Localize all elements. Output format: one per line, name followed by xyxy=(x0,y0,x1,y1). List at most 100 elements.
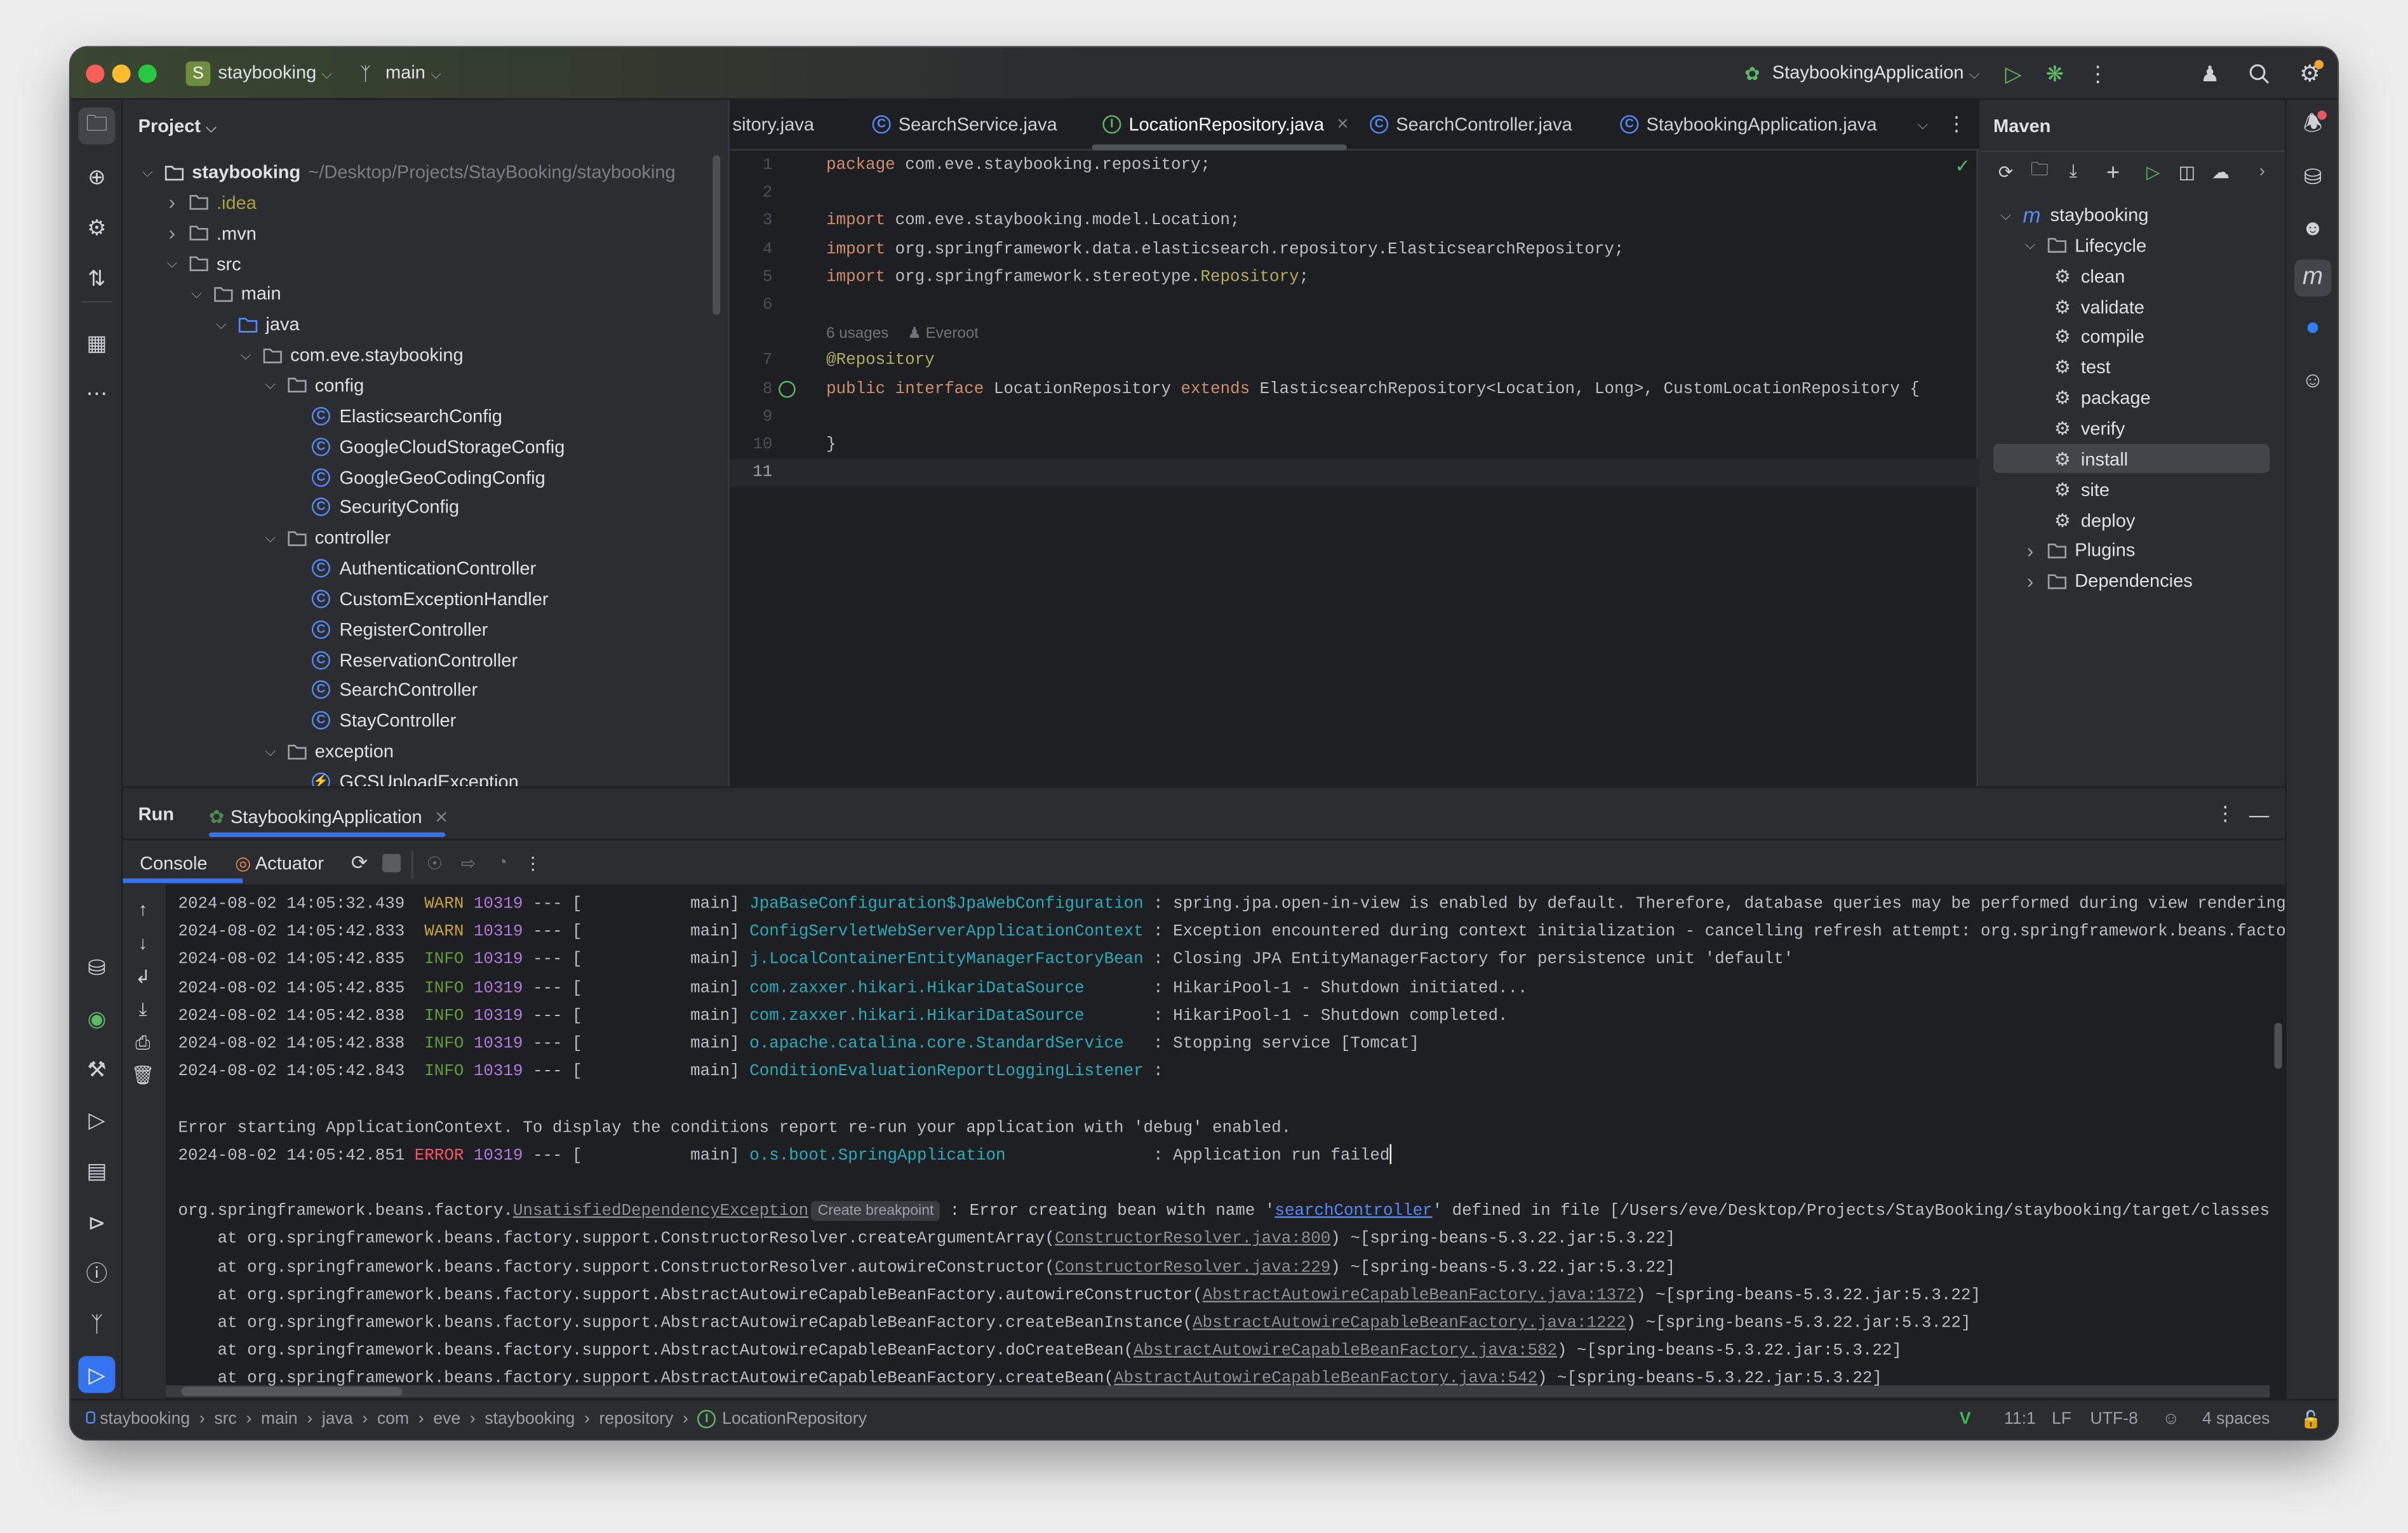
maven-item-dependencies[interactable]: › Dependencies xyxy=(2021,565,2193,596)
indent-setting[interactable]: 4 spaces xyxy=(2202,1410,2270,1428)
chevron-right-icon[interactable]: › xyxy=(163,222,181,244)
close-tab-icon[interactable]: ✕ xyxy=(1336,116,1349,133)
maven-item-lifecycle[interactable]: ⌵ Lifecycle xyxy=(2021,230,2146,260)
log-logger[interactable]: com.zaxxer.hikari.HikariDataSource xyxy=(749,1003,1143,1031)
run-goal-icon[interactable]: ▷ xyxy=(2141,160,2165,185)
log-logger[interactable]: com.zaxxer.hikari.HikariDataSource xyxy=(749,975,1143,1003)
gauge-icon[interactable]: ◔ xyxy=(490,851,514,876)
python-console-icon[interactable]: ◉ xyxy=(78,1000,115,1036)
generate-sources-icon[interactable]: 🗀 xyxy=(2027,160,2052,185)
camera-icon[interactable]: ☉ xyxy=(422,851,447,876)
maven-item-compile[interactable]: ⚙ compile xyxy=(2045,321,2144,352)
editor-tab[interactable]: C StaybookingApplication.java xyxy=(1620,114,1877,135)
code-line[interactable]: 3 import com.eve.staybooking.model.Locati… xyxy=(730,208,1980,236)
project-scrollbar[interactable] xyxy=(712,155,721,315)
code-area[interactable]: 1 package com.eve.staybooking.repository;… xyxy=(729,151,1980,786)
chevron-right-icon[interactable]: › xyxy=(2021,539,2040,561)
maven-item-validate[interactable]: ⚙ validate xyxy=(2045,291,2144,321)
chevron-down-icon[interactable]: ⌵ xyxy=(187,286,206,303)
editor-tab[interactable]: C SearchController.java xyxy=(1370,114,1572,135)
maven-item-test[interactable]: ⚙ test xyxy=(2045,352,2111,382)
breadcrumb-item[interactable]: staybooking xyxy=(100,1410,190,1428)
log-logger[interactable]: ConfigServletWebServerApplicationContext xyxy=(749,919,1143,947)
editor-tab[interactable]: C SearchService.java xyxy=(872,114,1057,135)
tree-item[interactable]: C ReservationController xyxy=(286,645,518,675)
chat-icon[interactable]: ● xyxy=(2294,311,2331,347)
print-icon[interactable]: ⎙ xyxy=(129,1029,157,1057)
chevron-down-icon[interactable]: ⌵ xyxy=(236,347,255,364)
chevron-right-icon[interactable]: › xyxy=(2021,569,2040,592)
exception-class-link[interactable]: UnsatisfiedDependencyException xyxy=(513,1203,808,1221)
chevron-right-icon[interactable]: › xyxy=(163,191,181,214)
console-more-icon[interactable]: ⋮ xyxy=(522,851,544,876)
search-icon[interactable] xyxy=(2245,60,2273,88)
vim-icon[interactable]: V xyxy=(1960,1410,1971,1428)
run-config-icon[interactable]: ◫ xyxy=(2174,160,2199,185)
frame-source-link[interactable]: ConstructorResolver.java:229 xyxy=(1055,1259,1330,1277)
tree-item[interactable]: C SearchController xyxy=(286,675,478,706)
chevron-down-icon[interactable]: ⌵ xyxy=(2021,237,2040,254)
chevron-down-icon[interactable]: ⌵ xyxy=(163,255,181,272)
run-tool-icon[interactable]: ▷ xyxy=(78,1356,116,1393)
add-user-icon[interactable]: ♟ xyxy=(2196,60,2224,88)
soft-wrap-icon[interactable]: ↲ xyxy=(129,963,157,991)
maven-item-site[interactable]: ⚙ site xyxy=(2045,474,2110,504)
frame-source-link[interactable]: AbstractAutowireCapableBeanFactory.java:… xyxy=(1134,1342,1557,1361)
offline-mode-icon[interactable]: ☁ xyxy=(2209,160,2233,185)
console-vertical-scrollbar[interactable] xyxy=(2274,1022,2282,1069)
tree-item[interactable]: C RegisterController xyxy=(286,614,488,645)
trash-icon[interactable]: 🗑 xyxy=(129,1061,157,1089)
maven-tool-icon[interactable]: m xyxy=(2294,259,2332,297)
chevron-down-icon[interactable]: ⌵ xyxy=(1997,206,2015,224)
frame-source-link[interactable]: AbstractAutowireCapableBeanFactory.java:… xyxy=(1203,1287,1636,1305)
frame-source-link[interactable]: ConstructorResolver.java:800 xyxy=(1055,1231,1330,1249)
lock-icon[interactable]: 🔓 xyxy=(2301,1410,2322,1429)
more-tools-icon[interactable]: ⋯ xyxy=(78,375,115,412)
branch-selector[interactable]: main ⌵ xyxy=(385,62,441,83)
code-line[interactable]: 8 public interface LocationRepository ext… xyxy=(730,376,1980,404)
code-line[interactable]: 4 import org.springframework.data.elastic… xyxy=(730,236,1980,264)
console-tab[interactable]: Console xyxy=(140,852,207,874)
tree-item[interactable]: C ElasticsearchConfig xyxy=(286,401,502,431)
frame-source-link[interactable]: AbstractAutowireCapableBeanFactory.java:… xyxy=(1114,1370,1537,1389)
tree-item[interactable]: C AuthenticationController xyxy=(286,553,536,584)
tabs-more-icon[interactable]: ⋮ xyxy=(1946,112,1967,135)
line-separator[interactable]: LF xyxy=(2052,1410,2071,1428)
maven-item-deploy[interactable]: ⚙ deploy xyxy=(2045,504,2136,535)
log-logger[interactable]: JpaBaseConfiguration$JpaWebConfiguration xyxy=(749,891,1143,919)
more-actions-icon[interactable]: ⋮ xyxy=(2085,60,2110,88)
settings-icon[interactable]: ⚙ xyxy=(2296,60,2324,88)
maven-item-package[interactable]: ⚙ package xyxy=(2045,382,2151,413)
maven-item-plugins[interactable]: › Plugins xyxy=(2021,535,2136,565)
close-window-button[interactable] xyxy=(86,64,105,83)
maven-item-verify[interactable]: ⚙ verify xyxy=(2045,413,2125,443)
tree-item[interactable]: › .mvn xyxy=(163,218,257,248)
copilot-chat-icon[interactable]: ☺ xyxy=(2294,361,2331,398)
breadcrumb-item[interactable]: src xyxy=(214,1410,236,1428)
chevron-right-icon[interactable]: › xyxy=(2251,160,2273,185)
tree-item[interactable]: C SecurityConfig xyxy=(286,492,459,523)
database-icon[interactable]: ⛁ xyxy=(2294,158,2331,195)
project-tool-icon[interactable]: 🗀 xyxy=(78,107,116,145)
file-encoding[interactable]: UTF-8 xyxy=(2090,1410,2137,1428)
project-selector[interactable]: staybooking ⌵ xyxy=(218,62,331,83)
tree-item[interactable]: ⚡ GCSUploadException xyxy=(286,766,519,787)
code-line[interactable]: 6 xyxy=(730,291,1980,319)
arrow-down-icon[interactable]: ↓ xyxy=(129,929,157,957)
exit-icon[interactable]: ⇨ xyxy=(456,851,481,876)
code-line[interactable]: 7 @Repository xyxy=(730,347,1980,375)
database-icon[interactable]: ⛁ xyxy=(78,949,115,986)
minimize-panel-icon[interactable]: — xyxy=(2248,801,2270,826)
run-config-selector[interactable]: StaybookingApplication ⌵ xyxy=(1772,62,1979,83)
maven-item-install[interactable]: ⚙ install xyxy=(2045,443,2128,474)
breadcrumb-item[interactable]: staybooking xyxy=(485,1410,575,1428)
cursor-position[interactable]: 11:1 xyxy=(2004,1410,2036,1428)
structure-icon[interactable]: ▦ xyxy=(78,324,115,361)
build-icon[interactable]: ⚒ xyxy=(78,1050,115,1087)
zoom-window-button[interactable] xyxy=(138,64,157,83)
bean-link[interactable]: searchController xyxy=(1274,1203,1432,1221)
problems-icon[interactable]: ⓘ xyxy=(78,1255,115,1292)
implemented-icon[interactable] xyxy=(779,380,796,398)
tree-item[interactable]: ⌵ config xyxy=(261,370,364,401)
tree-item[interactable]: ⌵ controller xyxy=(261,523,391,553)
